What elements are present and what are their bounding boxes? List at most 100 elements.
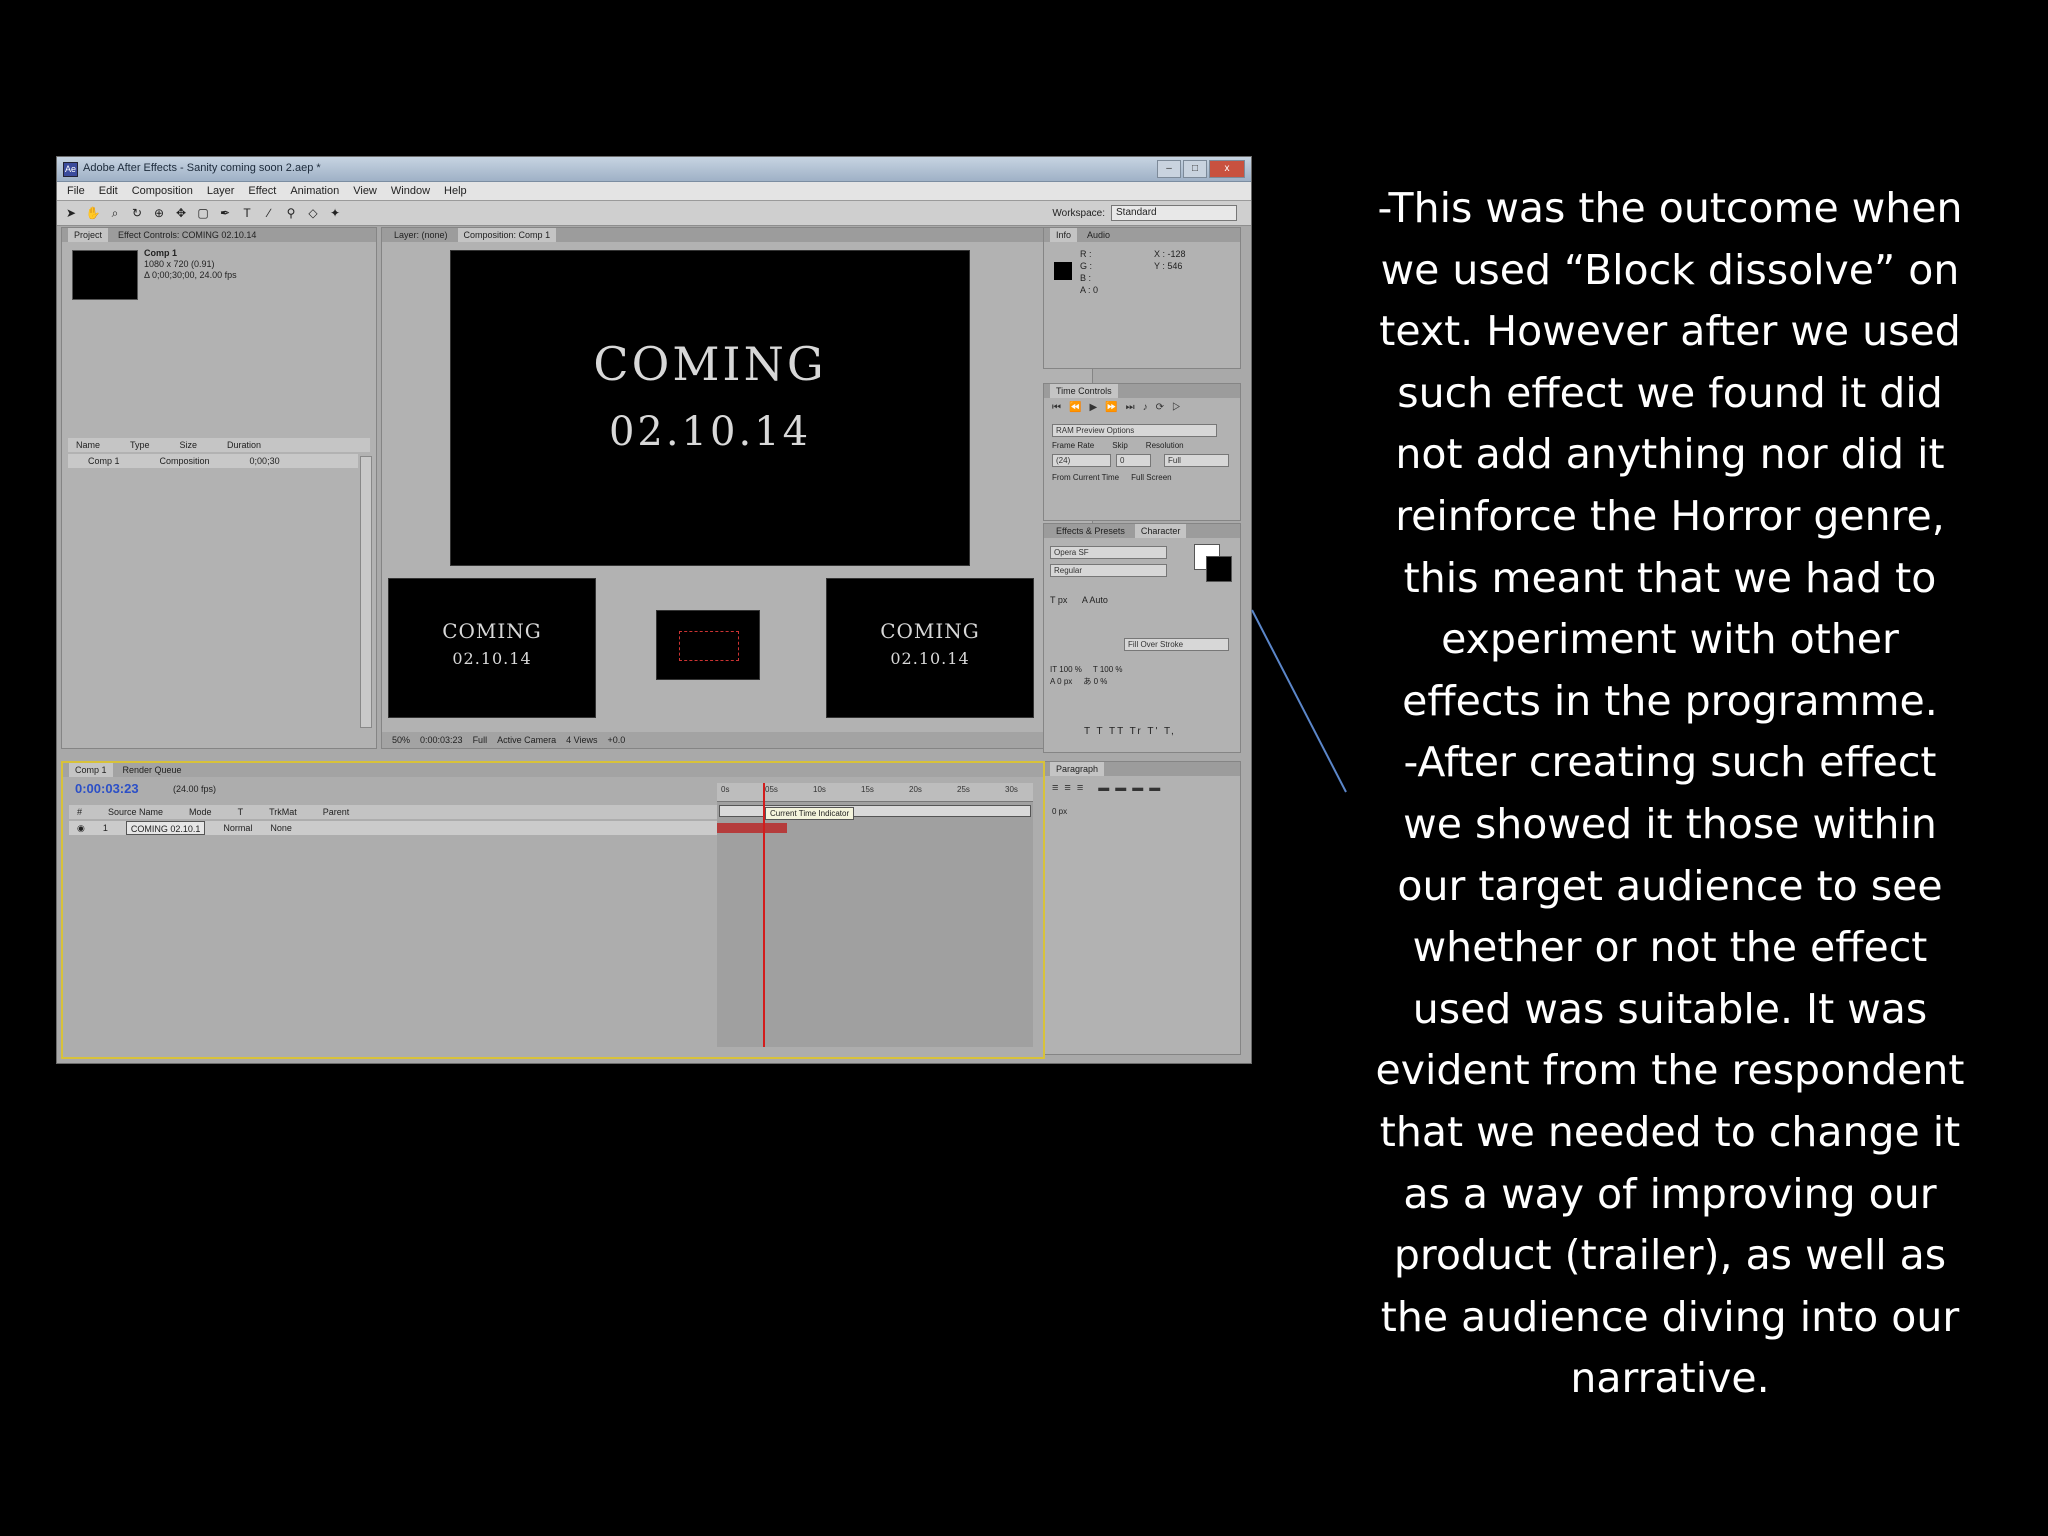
- brush-tool-icon[interactable]: ∕: [261, 205, 277, 221]
- orbit-camera-icon[interactable]: ⊕: [151, 205, 167, 221]
- project-item-row[interactable]: Comp 1 Composition 0;00;30: [68, 454, 358, 468]
- description-line: we showed it those within: [1403, 799, 1937, 848]
- column-size[interactable]: Size: [180, 438, 198, 452]
- font-family-select[interactable]: Opera SF: [1050, 546, 1167, 559]
- baseline-value[interactable]: 0 px: [1057, 677, 1072, 686]
- maximize-button[interactable]: □: [1183, 160, 1207, 178]
- full-screen-checkbox[interactable]: Full Screen: [1131, 472, 1171, 484]
- tab-project[interactable]: Project: [68, 228, 109, 242]
- next-frame-icon[interactable]: ⏩: [1105, 402, 1125, 413]
- view-right[interactable]: COMING 02.10.14: [826, 578, 1034, 718]
- align-buttons[interactable]: ≡≡≡ ▬▬▬▬: [1052, 782, 1166, 794]
- info-r: R :: [1080, 249, 1092, 259]
- menu-file[interactable]: File: [67, 182, 85, 200]
- tab-character[interactable]: Character: [1134, 524, 1187, 538]
- tab-paragraph[interactable]: Paragraph: [1050, 762, 1105, 776]
- minimize-button[interactable]: –: [1157, 160, 1181, 178]
- exposure-value[interactable]: +0.0: [607, 732, 625, 748]
- column-name[interactable]: Name: [76, 438, 100, 452]
- layer-parent[interactable]: None: [270, 821, 292, 835]
- stroke-mode-select[interactable]: Fill Over Stroke: [1124, 638, 1229, 651]
- composition-viewer[interactable]: COMING 02.10.14: [450, 250, 970, 566]
- layer-mode[interactable]: Normal: [223, 821, 252, 835]
- menu-edit[interactable]: Edit: [99, 182, 118, 200]
- comp-duration: Δ 0;00;30;00, 24.00 fps: [144, 270, 237, 280]
- layer-duration-bar[interactable]: [717, 823, 787, 833]
- menu-window[interactable]: Window: [391, 182, 430, 200]
- project-scrollbar[interactable]: [360, 456, 372, 728]
- selection-tool-icon[interactable]: ➤: [63, 205, 79, 221]
- ram-preview-select[interactable]: RAM Preview Options: [1052, 424, 1217, 437]
- close-button[interactable]: x: [1209, 160, 1245, 178]
- tab-time-controls[interactable]: Time Controls: [1050, 384, 1118, 398]
- workspace-select[interactable]: Standard: [1111, 205, 1237, 221]
- audio-icon[interactable]: ♪: [1143, 402, 1156, 413]
- tab-layer[interactable]: Layer: (none): [388, 228, 454, 242]
- menu-animation[interactable]: Animation: [290, 182, 339, 200]
- menu-view[interactable]: View: [353, 182, 377, 200]
- timeline-timecode[interactable]: 0:00:03:23: [75, 781, 139, 796]
- puppet-pin-icon[interactable]: ✦: [327, 205, 343, 221]
- ram-preview-icon[interactable]: ▷: [1172, 402, 1189, 413]
- views-select[interactable]: 4 Views: [566, 732, 597, 748]
- font-size-value[interactable]: px: [1058, 595, 1068, 605]
- view-right-date: 02.10.14: [890, 649, 970, 668]
- tab-audio[interactable]: Audio: [1081, 228, 1116, 242]
- comp-name: Comp 1: [144, 248, 178, 258]
- menu-composition[interactable]: Composition: [132, 182, 193, 200]
- vertical-scale-value[interactable]: 100 %: [1059, 665, 1082, 674]
- frame-rate-select[interactable]: (24): [1052, 454, 1111, 467]
- tab-info[interactable]: Info: [1050, 228, 1078, 242]
- tab-effect-controls[interactable]: Effect Controls: COMING 02.10.14: [112, 228, 262, 242]
- layer-row[interactable]: ◉ 1 COMING 02.10.1 Normal None: [69, 821, 717, 835]
- text-tool-icon[interactable]: T: [239, 205, 255, 221]
- resolution-select-tc[interactable]: Full: [1164, 454, 1229, 467]
- mask-tool-icon[interactable]: ▢: [195, 205, 211, 221]
- rotate-tool-icon[interactable]: ↻: [129, 205, 145, 221]
- tab-render-queue[interactable]: Render Queue: [117, 763, 188, 777]
- play-icon[interactable]: ▶: [1089, 402, 1105, 413]
- stroke-color-swatch[interactable]: [1206, 556, 1232, 582]
- menu-layer[interactable]: Layer: [207, 182, 235, 200]
- pan-behind-icon[interactable]: ✥: [173, 205, 189, 221]
- tab-effects-presets[interactable]: Effects & Presets: [1050, 524, 1131, 538]
- current-time[interactable]: 0:00:03:23: [420, 732, 463, 748]
- font-size-icon: T: [1050, 595, 1056, 605]
- first-frame-icon[interactable]: ⏮: [1052, 402, 1069, 413]
- pen-tool-icon[interactable]: ✒: [217, 205, 233, 221]
- view-center[interactable]: [656, 610, 760, 680]
- layer-visibility-icon[interactable]: ◉: [77, 821, 85, 835]
- clone-stamp-icon[interactable]: ⚲: [283, 205, 299, 221]
- column-type[interactable]: Type: [130, 438, 150, 452]
- ae-app-icon: Ae: [63, 162, 78, 177]
- tsume-value[interactable]: 0 %: [1094, 677, 1108, 686]
- prev-frame-icon[interactable]: ⏪: [1069, 402, 1089, 413]
- loop-icon[interactable]: ⟳: [1156, 402, 1172, 413]
- font-style-select[interactable]: Regular: [1050, 564, 1167, 577]
- menu-help[interactable]: Help: [444, 182, 467, 200]
- zoom-tool-icon[interactable]: ⌕: [107, 205, 123, 221]
- skip-select[interactable]: 0: [1116, 454, 1151, 467]
- current-time-indicator[interactable]: [763, 783, 765, 1047]
- resolution-select[interactable]: Full: [473, 732, 488, 748]
- text-style-buttons[interactable]: T T TT Tr T' T,: [1084, 726, 1176, 737]
- timeline-graph[interactable]: 0s 05s 10s 15s 20s 25s 30s Current Time …: [717, 783, 1033, 1047]
- column-duration[interactable]: Duration: [227, 438, 261, 452]
- ruler-10s: 10s: [813, 785, 826, 794]
- view-left[interactable]: COMING 02.10.14: [388, 578, 596, 718]
- menu-effect[interactable]: Effect: [248, 182, 276, 200]
- tab-composition[interactable]: Composition: Comp 1: [457, 228, 557, 242]
- eraser-tool-icon[interactable]: ◇: [305, 205, 321, 221]
- from-current-time-checkbox[interactable]: From Current Time: [1052, 472, 1119, 484]
- tab-comp-1[interactable]: Comp 1: [69, 763, 113, 777]
- indent-value[interactable]: 0 px: [1052, 806, 1067, 818]
- layer-name[interactable]: COMING 02.10.1: [125, 821, 206, 835]
- camera-select[interactable]: Active Camera: [497, 732, 556, 748]
- project-panel: Project Effect Controls: COMING 02.10.14…: [61, 227, 377, 749]
- ruler-25s: 25s: [957, 785, 970, 794]
- hand-tool-icon[interactable]: ✋: [85, 205, 101, 221]
- zoom-level[interactable]: 50%: [392, 732, 410, 748]
- last-frame-icon[interactable]: ⏭: [1126, 402, 1143, 413]
- horizontal-scale-value[interactable]: 100 %: [1100, 665, 1123, 674]
- leading-value[interactable]: Auto: [1089, 595, 1108, 605]
